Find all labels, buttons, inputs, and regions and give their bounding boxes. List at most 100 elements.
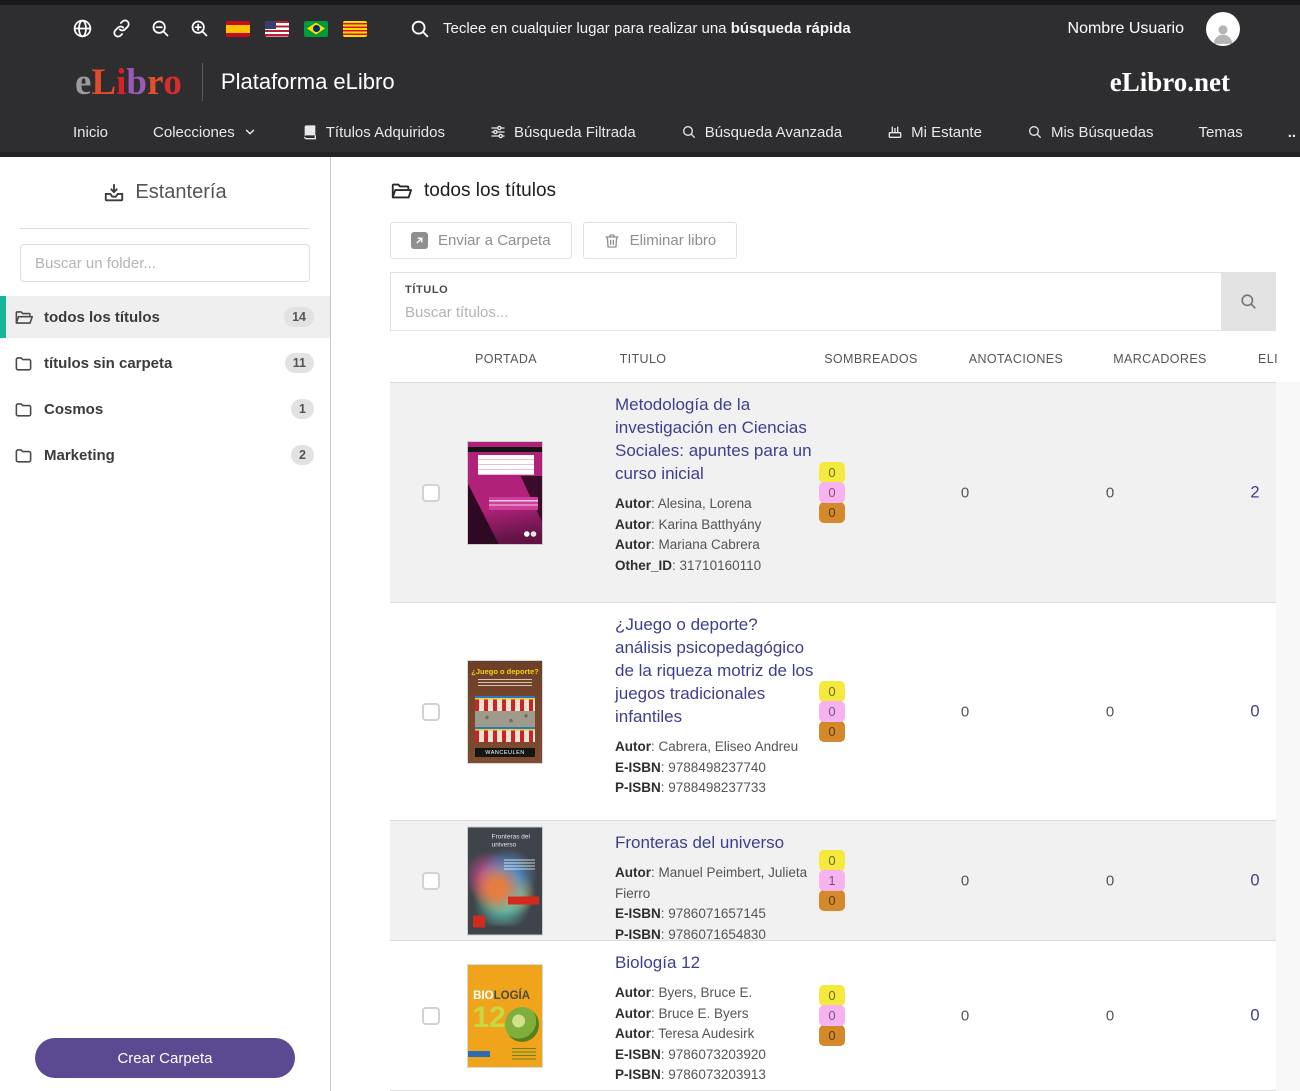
book-detail: Autor: Alesina, Lorena: [615, 494, 815, 515]
deleted-count: 0: [1250, 871, 1259, 890]
highlight-orange-count: 0: [819, 890, 845, 911]
table-right-gutter: [1276, 382, 1300, 1091]
nav-label: Colecciones: [153, 124, 235, 141]
highlight-badges: 0 0 0: [819, 986, 845, 1046]
button-label: Enviar a Carpeta: [438, 232, 551, 249]
folder-item-cosmos[interactable]: Cosmos 1: [0, 388, 330, 430]
folder-count-badge: 11: [285, 353, 314, 373]
title-search-input[interactable]: [405, 299, 1205, 325]
folder-icon: [14, 354, 33, 373]
logo-letter: o: [163, 61, 182, 104]
table-header: PORTADA TITULO SOMBREADOS ANOTACIONES MA…: [390, 352, 1276, 382]
folder-icon: [14, 446, 33, 465]
row-checkbox[interactable]: [422, 1007, 440, 1025]
link-icon[interactable]: [109, 17, 133, 41]
nav-colecciones[interactable]: Colecciones: [153, 124, 257, 141]
highlight-badges: 0 0 0: [819, 682, 845, 742]
book-detail: P-ISBN: 9788498237733: [615, 778, 815, 799]
logo-letter: i: [116, 61, 126, 104]
folder-open-icon: [14, 308, 33, 327]
nav-mis-busquedas[interactable]: Mis Búsquedas: [1027, 124, 1154, 141]
logo-letter: r: [147, 61, 163, 104]
book-title-link[interactable]: Fronteras del universo: [615, 831, 815, 854]
book-detail: E-ISBN: 9788498237740: [615, 758, 815, 779]
delete-book-button[interactable]: Eliminar libro: [583, 222, 738, 259]
nav-mi-estante[interactable]: Mi Estante: [887, 124, 982, 141]
highlight-orange-count: 0: [819, 721, 845, 742]
column-marcadores: MARCADORES: [1113, 352, 1207, 366]
quick-search-hint[interactable]: Teclee en cualquier lugar para realizar …: [409, 18, 851, 40]
book-table: Metodología de la investigación en Cienc…: [390, 382, 1276, 1091]
highlight-yellow-count: 0: [819, 681, 845, 702]
flag-catalonia-button[interactable]: [343, 21, 367, 37]
highlight-orange-count: 0: [819, 1025, 845, 1046]
column-portada: PORTADA: [475, 352, 537, 366]
nav-inicio[interactable]: Inicio: [73, 124, 108, 141]
user-area: Nombre Usuario: [1068, 12, 1300, 46]
highlight-yellow-count: 0: [819, 985, 845, 1006]
nav-label: Temas: [1199, 124, 1243, 141]
cover-art-juego: ¿Juego o deporte? WANCEULEN: [468, 661, 542, 763]
utility-icons: [70, 17, 367, 41]
top-utility-bar: Teclee en cualquier lugar para realizar …: [0, 5, 1300, 52]
book-cover[interactable]: ¿Juego o deporte? WANCEULEN: [468, 661, 542, 763]
folder-label: todos los títulos: [44, 309, 160, 326]
highlight-pink-count: 0: [819, 1005, 845, 1026]
book-title-link[interactable]: Biología 12: [615, 951, 815, 974]
avatar[interactable]: [1206, 12, 1240, 46]
nav-more[interactable]: ..: [1288, 124, 1296, 141]
folder-item-todos-los-titulos[interactable]: todos los títulos 14: [0, 296, 330, 338]
folder-search-input[interactable]: [20, 244, 310, 282]
row-checkbox[interactable]: [422, 703, 440, 721]
book-icon: [302, 124, 318, 140]
send-to-folder-button[interactable]: Enviar a Carpeta: [390, 222, 572, 259]
main-nav: Inicio Colecciones Títulos Adquiridos Bú…: [0, 112, 1300, 152]
highlight-badges: 0 1 0: [819, 851, 845, 911]
nav-busqueda-avanzada[interactable]: Búsqueda Avanzada: [681, 124, 842, 141]
flag-usa-button[interactable]: [265, 21, 289, 37]
content-area: Estantería todos los títulos 14 títulos …: [0, 157, 1300, 1091]
nav-label: ..: [1288, 124, 1296, 141]
book-title-link[interactable]: ¿Juego o deporte? análisis psicopedagógi…: [615, 613, 815, 728]
book-cover[interactable]: [468, 442, 542, 544]
nav-label: Búsqueda Avanzada: [705, 124, 842, 141]
create-folder-button[interactable]: Crear Carpeta: [35, 1038, 295, 1078]
button-label: Eliminar libro: [630, 232, 717, 249]
title-search-button[interactable]: [1221, 273, 1275, 330]
table-row: Metodología de la investigación en Cienc…: [390, 382, 1276, 603]
book-cover[interactable]: Fronteras del universo: [468, 827, 542, 934]
book-detail: Autor: Mariana Cabrera: [615, 535, 815, 556]
page-title-text: todos los títulos: [424, 180, 556, 202]
globe-icon[interactable]: [70, 17, 94, 41]
book-detail: Autor: Karina Batthyány: [615, 515, 815, 536]
row-checkbox[interactable]: [422, 484, 440, 502]
nav-busqueda-filtrada[interactable]: Búsqueda Filtrada: [490, 124, 636, 141]
folder-count-badge: 1: [291, 399, 314, 419]
row-checkbox[interactable]: [422, 872, 440, 890]
folder-label: Marketing: [44, 447, 115, 464]
bookmarks-count: 0: [1106, 484, 1114, 501]
book-detail: E-ISBN: 9786073203920: [615, 1045, 815, 1066]
folder-item-titulos-sin-carpeta[interactable]: títulos sin carpeta 11: [0, 342, 330, 384]
elibro-logo[interactable]: eLibro: [75, 61, 182, 104]
flag-brazil-button[interactable]: [304, 21, 328, 37]
book-detail: P-ISBN: 9786073203913: [615, 1065, 815, 1086]
book-title-link[interactable]: Metodología de la investigación en Cienc…: [615, 393, 815, 485]
folder-item-marketing[interactable]: Marketing 2: [0, 434, 330, 476]
folder-open-icon: [390, 180, 412, 202]
cover-art-biologia: BIOLOGÍA 12: [468, 965, 542, 1067]
highlight-yellow-count: 0: [819, 462, 845, 483]
nav-temas[interactable]: Temas: [1199, 124, 1243, 141]
nav-titulos-adquiridos[interactable]: Títulos Adquiridos: [302, 124, 445, 141]
column-eliminar: ELI: [1258, 352, 1278, 366]
book-info: ¿Juego o deporte? análisis psicopedagógi…: [615, 613, 815, 799]
book-detail: Autor: Cabrera, Eliseo Andreu: [615, 737, 815, 758]
highlight-badges: 0 0 0: [819, 463, 845, 523]
sidebar-divider: [20, 228, 310, 229]
book-cover[interactable]: BIOLOGÍA 12: [468, 965, 542, 1067]
nav-label: Búsqueda Filtrada: [514, 124, 636, 141]
zoom-in-icon[interactable]: [187, 17, 211, 41]
zoom-out-icon[interactable]: [148, 17, 172, 41]
site-name: eLibro.net: [1110, 67, 1230, 98]
flag-spain-button[interactable]: [226, 21, 250, 37]
